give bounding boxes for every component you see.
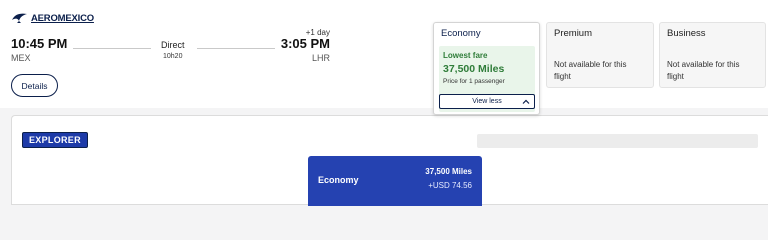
- fare-business[interactable]: Business Not available for this flight: [659, 22, 766, 88]
- fare-premium-title: Premium: [554, 28, 593, 39]
- airline-name: AEROMEXICO: [31, 12, 94, 24]
- fare-economy-title: Economy: [441, 28, 481, 39]
- arrival-time: 3:05 PM: [280, 36, 330, 51]
- flight-duration: 10h20: [163, 53, 183, 60]
- view-less-label: View less: [472, 98, 502, 105]
- flight-card: AEROMEXICO 10:45 PM MEX Direct 10h20 +1 …: [0, 0, 768, 108]
- fare-details-panel: EXPLORER Economy 37,500 Miles +USD 74.56: [11, 115, 768, 206]
- economy-fare-option[interactable]: Economy 37,500 Miles +USD 74.56: [308, 156, 482, 206]
- lowest-fare-label: Lowest fare: [443, 51, 488, 60]
- route-line-left: [73, 48, 151, 49]
- departure-airport-code: MEX: [11, 53, 31, 63]
- lowest-fare-box: Lowest fare 37,500 Miles Price for 1 pas…: [439, 46, 535, 112]
- view-less-button[interactable]: View less: [439, 94, 535, 109]
- fare-premium-status: Not available for this flight: [554, 60, 627, 81]
- price-per-passenger: Price for 1 passenger: [443, 78, 505, 85]
- fare-economy[interactable]: Economy Lowest fare 37,500 Miles Price f…: [433, 22, 540, 115]
- economy-option-miles: 37,500 Miles: [425, 167, 472, 176]
- economy-option-usd: +USD 74.56: [428, 181, 472, 190]
- economy-option-label: Economy: [318, 175, 359, 185]
- fare-economy-miles: 37,500 Miles: [443, 63, 505, 75]
- loading-placeholder: [477, 134, 758, 148]
- fare-business-title: Business: [667, 28, 706, 39]
- fare-business-status: Not available for this flight: [667, 60, 740, 81]
- stops-label: Direct: [161, 40, 185, 50]
- explorer-badge: EXPLORER: [22, 132, 88, 148]
- chevron-up-icon: [522, 99, 530, 104]
- details-button[interactable]: Details: [11, 74, 58, 97]
- airline-brand: AEROMEXICO: [11, 12, 94, 24]
- departure-time: 10:45 PM: [11, 36, 68, 51]
- arrival-airport-code: LHR: [311, 53, 330, 63]
- aeromexico-logo-icon: [12, 13, 27, 23]
- fare-premium[interactable]: Premium Not available for this flight: [546, 22, 654, 88]
